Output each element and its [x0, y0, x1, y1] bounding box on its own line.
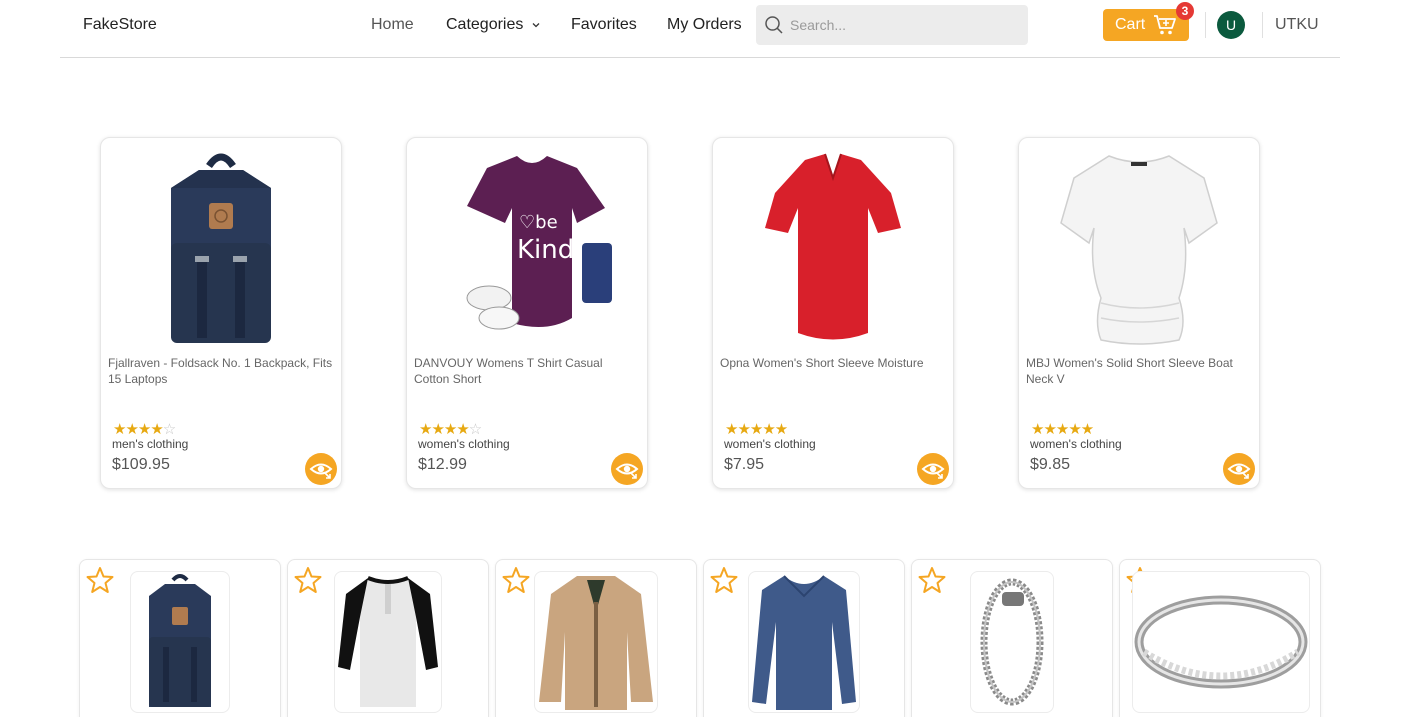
- product-card[interactable]: Opna Women's Short Sleeve Moisture ★★★★★…: [712, 137, 954, 489]
- product-title[interactable]: MBJ Women's Solid Short Sleeve Boat Neck…: [1026, 355, 1252, 387]
- cart-label: Cart: [1115, 16, 1146, 33]
- product-card[interactable]: MBJ Women's Solid Short Sleeve Boat Neck…: [1018, 137, 1260, 489]
- chevron-down-icon: [532, 23, 540, 28]
- product-price: $9.85: [1030, 456, 1071, 473]
- eye-icon: [1227, 463, 1251, 479]
- product-title[interactable]: DANVOUY Womens T Shirt Casual Cotton Sho…: [414, 355, 640, 387]
- product-category: women's clothing: [724, 437, 816, 451]
- eye-icon: [921, 463, 945, 479]
- favorite-product-card[interactable]: [1119, 559, 1321, 717]
- favorite-product-card[interactable]: [495, 559, 697, 717]
- nav-home-link[interactable]: Home: [371, 16, 414, 34]
- star-outline-icon[interactable]: [918, 566, 946, 594]
- nav-categories-dropdown[interactable]: Categories: [446, 16, 541, 34]
- product-thumbnail: [970, 571, 1054, 713]
- product-thumbnail: [534, 571, 658, 713]
- henley-shirt-image: [338, 576, 438, 707]
- favorite-product-card[interactable]: [911, 559, 1113, 717]
- product-image: [121, 148, 321, 348]
- cart-count-badge: 3: [1176, 2, 1194, 20]
- jacket-image: [539, 576, 653, 710]
- favorite-product-card[interactable]: [79, 559, 281, 717]
- product-price: $7.95: [724, 456, 765, 473]
- rating-stars: ★★★★☆: [113, 421, 176, 438]
- nav-favorites-link[interactable]: Favorites: [571, 16, 637, 34]
- product-thumbnail: [748, 571, 860, 713]
- divider: [1262, 12, 1263, 38]
- product-category: women's clothing: [1030, 437, 1122, 451]
- product-title[interactable]: Opna Women's Short Sleeve Moisture: [720, 355, 946, 371]
- nav-categories-label: Categories: [446, 16, 524, 33]
- product-thumbnail: [334, 571, 442, 713]
- search-icon: [765, 16, 783, 34]
- backpack-image: [149, 574, 211, 707]
- nav-my-orders-link[interactable]: My Orders: [667, 16, 742, 34]
- view-details-button[interactable]: [611, 453, 643, 485]
- avatar[interactable]: U: [1217, 11, 1245, 39]
- blue-longsleeve-image: [752, 575, 856, 710]
- svg-text:♡be: ♡be: [519, 212, 558, 233]
- product-card[interactable]: ♡be Kind DANVOUY Womens T Shirt Casual C…: [406, 137, 648, 489]
- view-details-button[interactable]: [1223, 453, 1255, 485]
- product-image: ♡be Kind: [427, 148, 627, 348]
- search-box: [756, 5, 1028, 45]
- search-input[interactable]: [790, 17, 1010, 33]
- view-details-button[interactable]: [917, 453, 949, 485]
- username-label[interactable]: UTKU: [1275, 16, 1319, 34]
- backpack-image: [171, 153, 271, 343]
- eye-icon: [615, 463, 639, 479]
- star-outline-icon[interactable]: [710, 566, 738, 594]
- bracelet-image: [980, 578, 1044, 706]
- brand-logo[interactable]: FakeStore: [83, 16, 157, 34]
- rating-stars: ★★★★☆: [419, 421, 482, 438]
- rating-stars: ★★★★★: [1031, 421, 1094, 438]
- red-tshirt-image: [765, 153, 901, 340]
- star-outline-icon[interactable]: [502, 566, 530, 594]
- top-navbar: FakeStore Home Categories Favorites My O…: [60, 0, 1340, 58]
- cart-icon: [1154, 15, 1177, 35]
- svg-text:Kind: Kind: [517, 235, 574, 265]
- product-category: men's clothing: [112, 437, 189, 451]
- product-thumbnail: [130, 571, 230, 713]
- divider: [1205, 12, 1206, 38]
- favorite-product-card[interactable]: [287, 559, 489, 717]
- product-category: women's clothing: [418, 437, 510, 451]
- purple-tshirt-image: ♡be Kind: [466, 156, 612, 330]
- product-thumbnail: [1132, 571, 1310, 713]
- product-price: $109.95: [112, 456, 170, 473]
- view-details-button[interactable]: [305, 453, 337, 485]
- product-price: $12.99: [418, 456, 467, 473]
- star-outline-icon[interactable]: [294, 566, 322, 594]
- ring-image: [1134, 595, 1308, 689]
- product-card[interactable]: Fjallraven - Foldsack No. 1 Backpack, Fi…: [100, 137, 342, 489]
- eye-icon: [309, 463, 333, 479]
- favorite-product-card[interactable]: [703, 559, 905, 717]
- product-image: [733, 148, 933, 348]
- product-title[interactable]: Fjallraven - Foldsack No. 1 Backpack, Fi…: [108, 355, 334, 387]
- white-tshirt-image: [1060, 155, 1218, 345]
- star-outline-icon[interactable]: [86, 566, 114, 594]
- rating-stars: ★★★★★: [725, 421, 788, 438]
- product-image: [1039, 148, 1239, 348]
